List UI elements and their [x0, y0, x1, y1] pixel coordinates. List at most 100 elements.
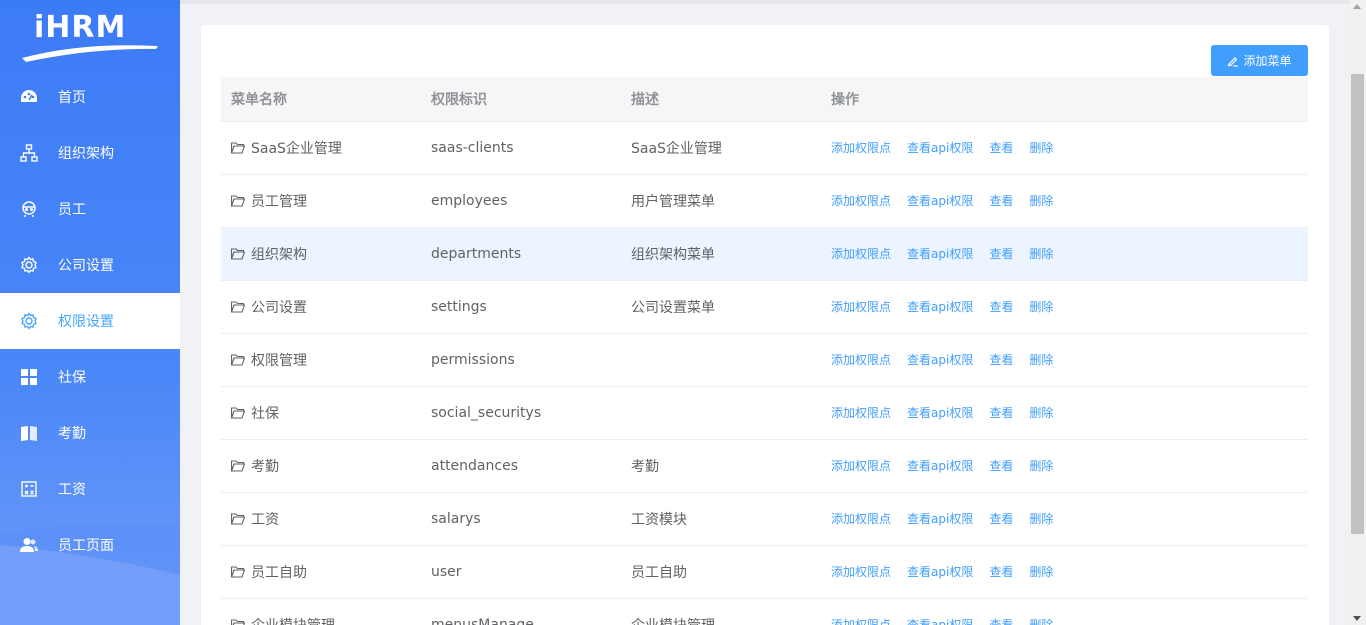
add-menu-label: 添加菜单	[1243, 54, 1292, 68]
header-description: 描述	[621, 77, 821, 122]
header-permission-code: 权限标识	[421, 77, 621, 122]
view-link[interactable]: 查看	[989, 194, 1013, 208]
cell-description: 考勤	[621, 439, 821, 493]
sidebar-item-permissions[interactable]: 权限设置	[0, 293, 180, 349]
menu-name-text: 员工管理	[251, 193, 307, 210]
vertical-scrollbar[interactable]	[1349, 0, 1366, 625]
delete-link[interactable]: 删除	[1029, 618, 1053, 625]
cell-actions: 添加权限点 查看api权限 查看 删除	[821, 280, 1308, 334]
table-row[interactable]: 考勤 attendances 考勤 添加权限点 查看api权限 查看 删除	[221, 439, 1308, 493]
view-link[interactable]: 查看	[989, 565, 1013, 579]
view-api-permission-link[interactable]: 查看api权限	[907, 353, 973, 367]
edit-icon	[1227, 55, 1239, 67]
menu-name-text: 工资	[251, 511, 279, 528]
view-link[interactable]: 查看	[989, 247, 1013, 261]
table-row[interactable]: 社保 social_securitys 添加权限点 查看api权限 查看 删除	[221, 386, 1308, 440]
delete-link[interactable]: 删除	[1029, 353, 1053, 367]
sidebar-item-label: 员工页面	[58, 538, 114, 554]
sidebar-menu: 首页 组织架构 员工 公司设置 权限设置 社保 考勤 工资 员工页面	[0, 69, 180, 573]
view-api-permission-link[interactable]: 查看api权限	[907, 141, 973, 155]
sidebar-item-employee[interactable]: 员工	[0, 181, 180, 237]
sidebar-item-salary[interactable]: 工资	[0, 461, 180, 517]
sidebar-item-home[interactable]: 首页	[0, 69, 180, 125]
cell-actions: 添加权限点 查看api权限 查看 删除	[821, 492, 1308, 546]
cell-actions: 添加权限点 查看api权限 查看 删除	[821, 121, 1308, 175]
add-permission-point-link[interactable]: 添加权限点	[831, 141, 891, 155]
delete-link[interactable]: 删除	[1029, 565, 1053, 579]
view-api-permission-link[interactable]: 查看api权限	[907, 618, 973, 625]
view-link[interactable]: 查看	[989, 141, 1013, 155]
view-api-permission-link[interactable]: 查看api权限	[907, 512, 973, 526]
add-permission-point-link[interactable]: 添加权限点	[831, 459, 891, 473]
cell-actions: 添加权限点 查看api权限 查看 删除	[821, 598, 1308, 625]
permissions-card: 添加菜单 菜单名称 权限标识 描述 操作 SaaS企业管理 saas-client…	[201, 25, 1329, 625]
cell-description: 公司设置菜单	[621, 280, 821, 334]
table-row[interactable]: 企业模块管理menusManage企业模块管理添加权限点查看api权限查看删除	[221, 598, 1308, 625]
cell-description: SaaS企业管理	[621, 121, 821, 175]
add-permission-point-link[interactable]: 添加权限点	[831, 512, 891, 526]
view-link[interactable]: 查看	[989, 406, 1013, 420]
view-link[interactable]: 查看	[989, 300, 1013, 314]
sidebar-item-label: 工资	[58, 482, 86, 498]
cell-description: 组织架构菜单	[621, 227, 821, 281]
scroll-down-arrow-icon[interactable]	[1353, 616, 1361, 621]
cell-actions: 添加权限点 查看api权限 查看 删除	[821, 333, 1308, 387]
table-row[interactable]: SaaS企业管理 saas-clients SaaS企业管理 添加权限点 查看api权限…	[221, 121, 1308, 175]
users-icon	[20, 536, 38, 554]
add-permission-point-link[interactable]: 添加权限点	[831, 194, 891, 208]
scroll-up-arrow-icon[interactable]	[1353, 4, 1361, 9]
table-row[interactable]: 员工管理 employees 用户管理菜单 添加权限点 查看api权限 查看 删除	[221, 174, 1308, 228]
add-permission-point-link[interactable]: 添加权限点	[831, 565, 891, 579]
view-link[interactable]: 查看	[989, 459, 1013, 473]
view-link[interactable]: 查看	[989, 618, 1013, 625]
add-permission-point-link[interactable]: 添加权限点	[831, 353, 891, 367]
add-permission-point-link[interactable]: 添加权限点	[831, 618, 891, 625]
cell-menu-name: 社保	[221, 386, 421, 440]
add-permission-point-link[interactable]: 添加权限点	[831, 247, 891, 261]
cell-actions: 添加权限点 查看api权限 查看 删除	[821, 227, 1308, 281]
delete-link[interactable]: 删除	[1029, 194, 1053, 208]
add-menu-button[interactable]: 添加菜单	[1211, 45, 1308, 76]
cell-menu-name: 考勤	[221, 439, 421, 493]
delete-link[interactable]: 删除	[1029, 512, 1053, 526]
table-row[interactable]: 公司设置 settings 公司设置菜单 添加权限点 查看api权限 查看 删除	[221, 280, 1308, 334]
menu-name-text: 组织架构	[251, 246, 307, 263]
view-api-permission-link[interactable]: 查看api权限	[907, 565, 973, 579]
sidebar-item-org[interactable]: 组织架构	[0, 125, 180, 181]
sidebar-item-social-security[interactable]: 社保	[0, 349, 180, 405]
delete-link[interactable]: 删除	[1029, 247, 1053, 261]
menu-name-text: SaaS企业管理	[251, 140, 342, 157]
table-header-row: 菜单名称 权限标识 描述 操作	[221, 77, 1308, 122]
view-api-permission-link[interactable]: 查看api权限	[907, 406, 973, 420]
add-permission-point-link[interactable]: 添加权限点	[831, 300, 891, 314]
grid-icon	[20, 368, 38, 386]
delete-link[interactable]: 删除	[1029, 141, 1053, 155]
view-api-permission-link[interactable]: 查看api权限	[907, 194, 973, 208]
view-api-permission-link[interactable]: 查看api权限	[907, 300, 973, 314]
cell-actions: 添加权限点 查看api权限 查看 删除	[821, 386, 1308, 440]
view-api-permission-link[interactable]: 查看api权限	[907, 247, 973, 261]
sidebar-item-company-settings[interactable]: 公司设置	[0, 237, 180, 293]
gear-icon	[20, 256, 38, 274]
sidebar-item-employee-page[interactable]: 员工页面	[0, 517, 180, 573]
menu-name-text: 社保	[251, 405, 279, 422]
table-row[interactable]: 工资 salarys 工资模块 添加权限点 查看api权限 查看 删除	[221, 492, 1308, 546]
delete-link[interactable]: 删除	[1029, 459, 1053, 473]
table-row[interactable]: 员工自助 user 员工自助 添加权限点 查看api权限 查看 删除	[221, 545, 1308, 599]
view-api-permission-link[interactable]: 查看api权限	[907, 459, 973, 473]
folder-icon	[231, 247, 245, 260]
delete-link[interactable]: 删除	[1029, 406, 1053, 420]
scrollbar-thumb[interactable]	[1351, 74, 1364, 534]
view-link[interactable]: 查看	[989, 353, 1013, 367]
view-link[interactable]: 查看	[989, 512, 1013, 526]
cell-permission-code: settings	[421, 280, 621, 334]
folder-icon	[231, 353, 245, 366]
delete-link[interactable]: 删除	[1029, 300, 1053, 314]
sidebar-item-label: 员工	[58, 202, 86, 218]
cell-menu-name: 企业模块管理	[221, 598, 421, 625]
sidebar-item-attendance[interactable]: 考勤	[0, 405, 180, 461]
add-permission-point-link[interactable]: 添加权限点	[831, 406, 891, 420]
table-row[interactable]: 权限管理 permissions 添加权限点 查看api权限 查看 删除	[221, 333, 1308, 387]
table-row[interactable]: 组织架构 departments 组织架构菜单 添加权限点 查看api权限 查看 删除	[221, 227, 1308, 281]
cell-description: 工资模块	[621, 492, 821, 546]
